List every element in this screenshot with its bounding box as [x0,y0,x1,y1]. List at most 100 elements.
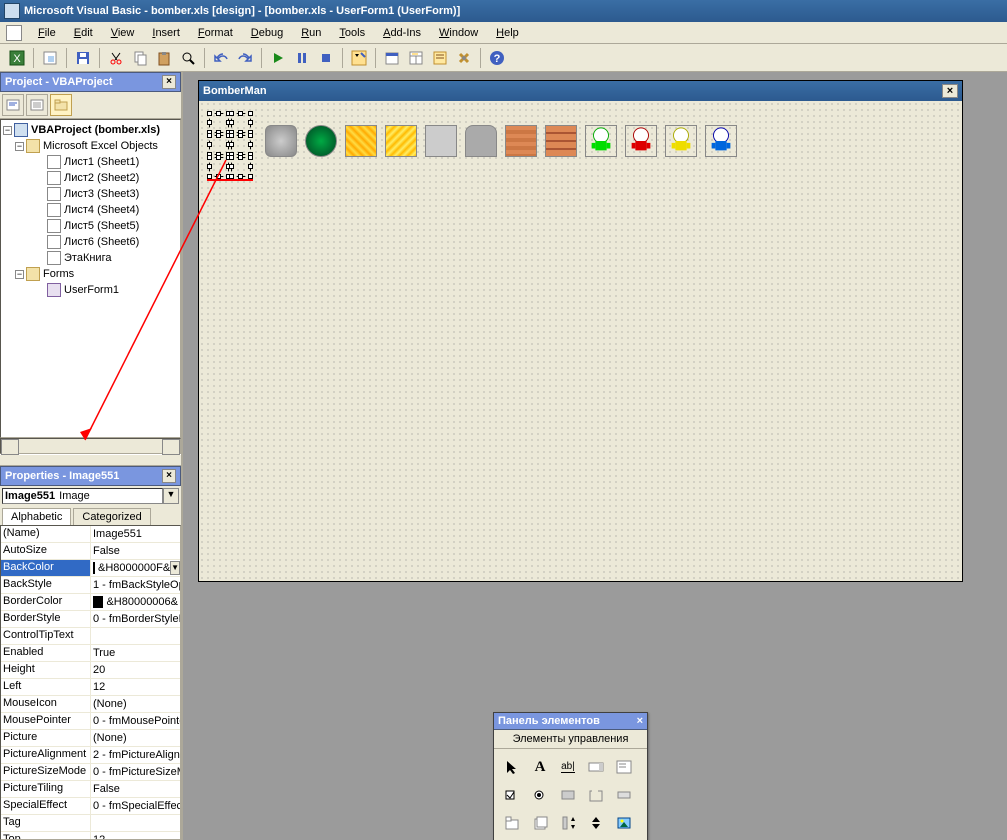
toolbox-window[interactable]: Панель элементов × Элементы управления A… [493,712,648,840]
tool-textbox[interactable]: ab| [556,755,580,779]
sprite-bomb[interactable] [305,125,337,157]
property-row[interactable]: BackColor&H8000000F&▼ [1,560,180,577]
tool-checkbox[interactable] [500,783,524,807]
tool-label[interactable]: A [528,755,552,779]
sprite-grave[interactable] [465,125,497,157]
tab-alphabetic[interactable]: Alphabetic [2,508,71,525]
chevron-down-icon[interactable]: ▼ [170,561,180,575]
menu-run[interactable]: Run [293,25,329,41]
sheet-node[interactable]: Лист1 (Sheet1) [64,156,139,168]
workbook-node[interactable]: ЭтаКнига [64,252,111,264]
break-button[interactable] [291,47,313,69]
reset-button[interactable] [315,47,337,69]
image-control[interactable] [209,135,229,155]
run-button[interactable] [267,47,289,69]
property-row[interactable]: BorderColor&H80000006& [1,594,180,611]
collapse-icon[interactable]: − [15,142,24,151]
tool-optionbutton[interactable] [528,783,552,807]
object-selector[interactable]: Image551 Image [2,488,163,504]
image-control[interactable] [231,113,251,133]
collapse-icon[interactable]: − [3,126,12,135]
property-row[interactable]: Left12 [1,679,180,696]
project-explorer-button[interactable] [381,47,403,69]
properties-button[interactable] [405,47,427,69]
copy-button[interactable] [129,47,151,69]
close-icon[interactable]: × [162,469,176,483]
sprite-dirt[interactable] [505,125,537,157]
view-excel-button[interactable]: X [6,47,28,69]
chevron-down-icon[interactable]: ▼ [163,488,179,504]
image-control[interactable] [231,135,251,155]
property-row[interactable]: PictureAlignment2 - fmPictureAlignmentCe… [1,747,180,764]
tool-listbox[interactable] [612,755,636,779]
userform-titlebar[interactable]: BomberMan × [199,81,962,101]
undo-button[interactable] [210,47,232,69]
tool-combobox[interactable] [584,755,608,779]
property-row[interactable]: ControlTipText [1,628,180,645]
property-row[interactable]: Picture(None) [1,730,180,747]
sprite-player-yellow[interactable] [665,125,697,157]
sheet-node[interactable]: Лист3 (Sheet3) [64,188,139,200]
cut-button[interactable] [105,47,127,69]
image-control[interactable] [231,157,251,177]
tool-multipage[interactable] [528,811,552,835]
sprite-player-red[interactable] [625,125,657,157]
property-row[interactable]: MousePointer0 - fmMousePointerDefault [1,713,180,730]
menu-view[interactable]: View [103,25,143,41]
menu-addins[interactable]: Add-Ins [375,25,429,41]
menu-tools[interactable]: Tools [331,25,373,41]
menu-help[interactable]: Help [488,25,527,41]
sprite-fire[interactable] [345,125,377,157]
menu-file[interactable]: File [30,25,64,41]
save-button[interactable] [72,47,94,69]
tool-togglebutton[interactable] [556,783,580,807]
property-row[interactable]: BackStyle1 - fmBackStyleOpaque [1,577,180,594]
property-row[interactable]: Tag [1,815,180,832]
excel-icon[interactable] [6,25,22,41]
find-button[interactable] [177,47,199,69]
tool-spinbutton[interactable] [584,811,608,835]
sheet-node[interactable]: Лист6 (Sheet6) [64,236,139,248]
help-button[interactable]: ? [486,47,508,69]
tool-image[interactable] [612,811,636,835]
userform-body[interactable] [199,101,962,581]
sprite-brick[interactable] [545,125,577,157]
sheet-node[interactable]: Лист4 (Sheet4) [64,204,139,216]
vbaproject-node[interactable]: VBAProject (bomber.xls) [31,124,160,136]
menu-format[interactable]: Format [190,25,241,41]
tool-commandbutton[interactable] [612,783,636,807]
image-control[interactable] [209,113,229,133]
collapse-icon[interactable]: − [15,270,24,279]
sprite-player-green[interactable] [585,125,617,157]
project-hscroll[interactable] [0,438,181,454]
property-row[interactable]: AutoSizeFalse [1,543,180,560]
sprite-fire2[interactable] [385,125,417,157]
property-row[interactable]: EnabledTrue [1,645,180,662]
toolbox-button[interactable] [453,47,475,69]
menu-window[interactable]: Window [431,25,486,41]
design-surface[interactable]: BomberMan × [183,72,1007,840]
object-browser-button[interactable] [429,47,451,69]
tool-select[interactable] [500,755,524,779]
sprite-player-blue[interactable] [705,125,737,157]
sheet-node[interactable]: Лист2 (Sheet2) [64,172,139,184]
excel-objects-folder[interactable]: Microsoft Excel Objects [43,140,158,152]
project-tree[interactable]: −VBAProject (bomber.xls) −Microsoft Exce… [0,119,181,438]
tool-tabstrip[interactable] [500,811,524,835]
tool-frame[interactable] [584,783,608,807]
redo-button[interactable] [234,47,256,69]
insert-button[interactable] [39,47,61,69]
property-row[interactable]: SpecialEffect0 - fmSpecialEffectFlat [1,798,180,815]
close-icon[interactable]: × [942,84,958,98]
tool-scrollbar[interactable] [556,811,580,835]
toggle-folders-button[interactable] [50,94,72,116]
close-icon[interactable]: × [637,715,643,727]
close-icon[interactable]: × [162,75,176,89]
properties-grid[interactable]: (Name)Image551AutoSizeFalseBackColor&H80… [0,525,181,840]
property-row[interactable]: (Name)Image551 [1,526,180,543]
property-row[interactable]: BorderStyle0 - fmBorderStyleNone [1,611,180,628]
userform-window[interactable]: BomberMan × [198,80,963,582]
property-row[interactable]: PictureTilingFalse [1,781,180,798]
toolbox-tab[interactable]: Элементы управления [494,730,647,749]
sprite-empty[interactable] [425,125,457,157]
